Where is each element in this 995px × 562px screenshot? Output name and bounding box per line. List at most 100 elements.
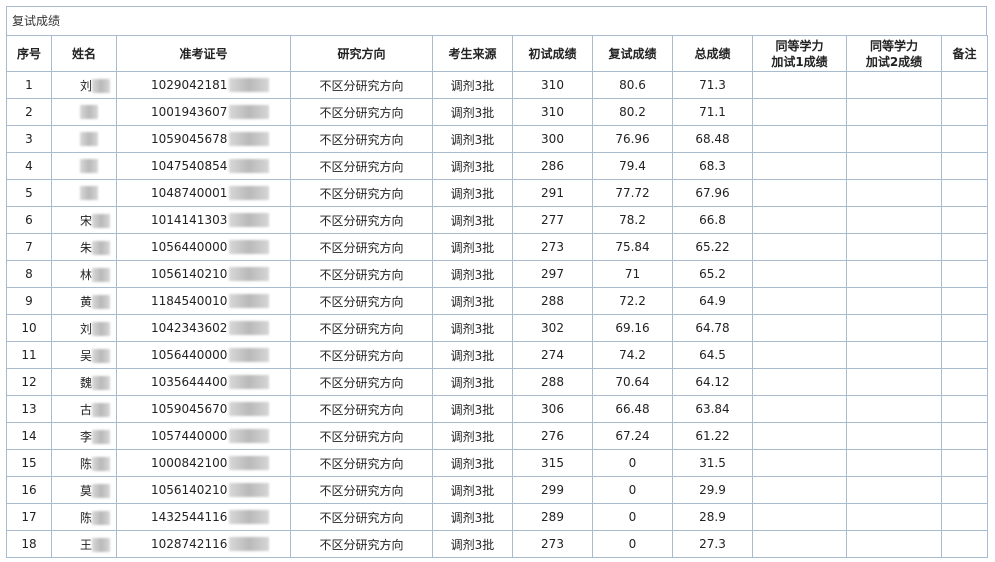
cell-initial-score-text: 306 [541, 402, 564, 416]
cell-no-text: 3 [25, 132, 33, 146]
cell-no-text: 7 [25, 240, 33, 254]
cell-no: 1 [6, 71, 52, 99]
cell-no-text: 8 [25, 267, 33, 281]
cell-initial-score: 297 [512, 260, 593, 288]
cell-total-score-text: 65.2 [699, 267, 726, 281]
cell-exam-id-text: 1048740001 [151, 185, 228, 200]
cell-total-score-text: 28.9 [699, 510, 726, 524]
cell-source: 调剂3批 [432, 287, 513, 315]
cell-remarks [941, 314, 988, 342]
cell-remarks [941, 260, 988, 288]
cell-direction-text: 不区分研究方向 [319, 375, 404, 390]
cell-source-text: 调剂3批 [450, 375, 495, 390]
col-header-retest-score: 复试成绩 [592, 35, 673, 72]
cell-equiv-1 [752, 260, 847, 288]
redaction-blur [80, 159, 98, 174]
cell-exam-id: 1056440000 [116, 341, 291, 369]
table-row: 9 黄 1184540010 不区分研究方向 调剂3批 288 72.2 64.9 [6, 287, 988, 315]
cell-source-text: 调剂3批 [450, 159, 495, 174]
cell-equiv-1 [752, 530, 847, 558]
cell-source: 调剂3批 [432, 314, 513, 342]
cell-name-text: 刘 [80, 321, 93, 336]
cell-name-text: 陈 [80, 456, 93, 471]
cell-initial-score: 288 [512, 287, 593, 315]
redaction-blur [229, 240, 270, 255]
cell-source-text: 调剂3批 [450, 537, 495, 552]
cell-name: 刘 [51, 71, 117, 99]
cell-retest-score: 76.96 [592, 125, 673, 153]
table-row: 10 刘 1042343602 不区分研究方向 调剂3批 302 69.16 64.78 [6, 314, 988, 342]
cell-initial-score-text: 277 [541, 213, 564, 227]
cell-exam-id-text: 1059045678 [151, 131, 228, 146]
cell-direction-text: 不区分研究方向 [319, 159, 404, 174]
cell-total-score: 71.3 [672, 71, 753, 99]
cell-source: 调剂3批 [432, 341, 513, 369]
redaction-blur [92, 214, 111, 228]
cell-exam-id: 1056440000 [116, 233, 291, 261]
redaction-blur [229, 402, 270, 417]
cell-initial-score: 288 [512, 368, 593, 396]
cell-name-text: 宋 [80, 213, 93, 228]
cell-no-text: 9 [25, 294, 33, 308]
cell-retest-score-text: 69.16 [615, 321, 650, 335]
cell-source: 调剂3批 [432, 260, 513, 288]
cell-exam-id: 1001943607 [116, 98, 291, 126]
redaction-blur [229, 429, 270, 444]
cell-total-score-text: 71.1 [699, 105, 726, 119]
cell-remarks [941, 476, 988, 504]
cell-total-score: 68.3 [672, 152, 753, 180]
cell-initial-score: 310 [512, 98, 593, 126]
cell-equiv-2 [846, 422, 942, 450]
col-header-total-score: 总成绩 [672, 35, 753, 72]
cell-name: 魏 [51, 368, 117, 396]
cell-initial-score: 306 [512, 395, 593, 423]
cell-no: 2 [6, 98, 52, 126]
table-row: 6 宋 1014141303 不区分研究方向 调剂3批 277 78.2 66.8 [6, 206, 988, 234]
table-row: 16 莫 1056140210 不区分研究方向 调剂3批 299 0 29.9 [6, 476, 988, 504]
cell-equiv-1 [752, 125, 847, 153]
cell-retest-score-text: 0 [628, 510, 637, 524]
cell-total-score-text: 63.84 [695, 402, 730, 416]
redaction-blur [92, 268, 111, 282]
cell-retest-score: 71 [592, 260, 673, 288]
cell-direction: 不区分研究方向 [290, 260, 433, 288]
cell-retest-score: 69.16 [592, 314, 673, 342]
cell-no: 6 [6, 206, 52, 234]
cell-equiv-2 [846, 314, 942, 342]
cell-name: 吴 [51, 341, 117, 369]
table-row: 5 1048740001 不区分研究方向 调剂3批 291 77.72 67.96 [6, 179, 988, 207]
redaction-blur [229, 78, 270, 93]
cell-direction: 不区分研究方向 [290, 422, 433, 450]
cell-equiv-2 [846, 179, 942, 207]
redaction-blur [229, 213, 270, 228]
cell-equiv-1 [752, 395, 847, 423]
cell-total-score: 29.9 [672, 476, 753, 504]
cell-direction: 不区分研究方向 [290, 71, 433, 99]
cell-initial-score-text: 276 [541, 429, 564, 443]
cell-exam-id: 1000842100 [116, 449, 291, 477]
cell-no: 12 [6, 368, 52, 396]
cell-name: 朱 [51, 233, 117, 261]
cell-name: 古 [51, 395, 117, 423]
equiv-1-line-1: 同等学力 [775, 38, 824, 53]
cell-no: 16 [6, 476, 52, 504]
cell-retest-score: 78.2 [592, 206, 673, 234]
cell-no: 7 [6, 233, 52, 261]
cell-initial-score-text: 273 [541, 240, 564, 254]
cell-total-score-text: 64.78 [695, 321, 730, 335]
cell-retest-score-text: 80.6 [619, 78, 646, 92]
cell-exam-id: 1056140210 [116, 260, 291, 288]
cell-initial-score-text: 300 [541, 132, 564, 146]
cell-no-text: 13 [21, 402, 37, 416]
cell-source: 调剂3批 [432, 125, 513, 153]
cell-source-text: 调剂3批 [450, 186, 495, 201]
cell-direction-text: 不区分研究方向 [319, 186, 404, 201]
cell-retest-score: 66.48 [592, 395, 673, 423]
redaction-blur [80, 105, 98, 120]
cell-equiv-2 [846, 530, 942, 558]
cell-source-text: 调剂3批 [450, 429, 495, 444]
cell-name-text: 林 [80, 267, 93, 282]
cell-exam-id-text: 1000842100 [151, 455, 228, 470]
cell-total-score-text: 65.22 [695, 240, 730, 254]
cell-name: 王 [51, 530, 117, 558]
